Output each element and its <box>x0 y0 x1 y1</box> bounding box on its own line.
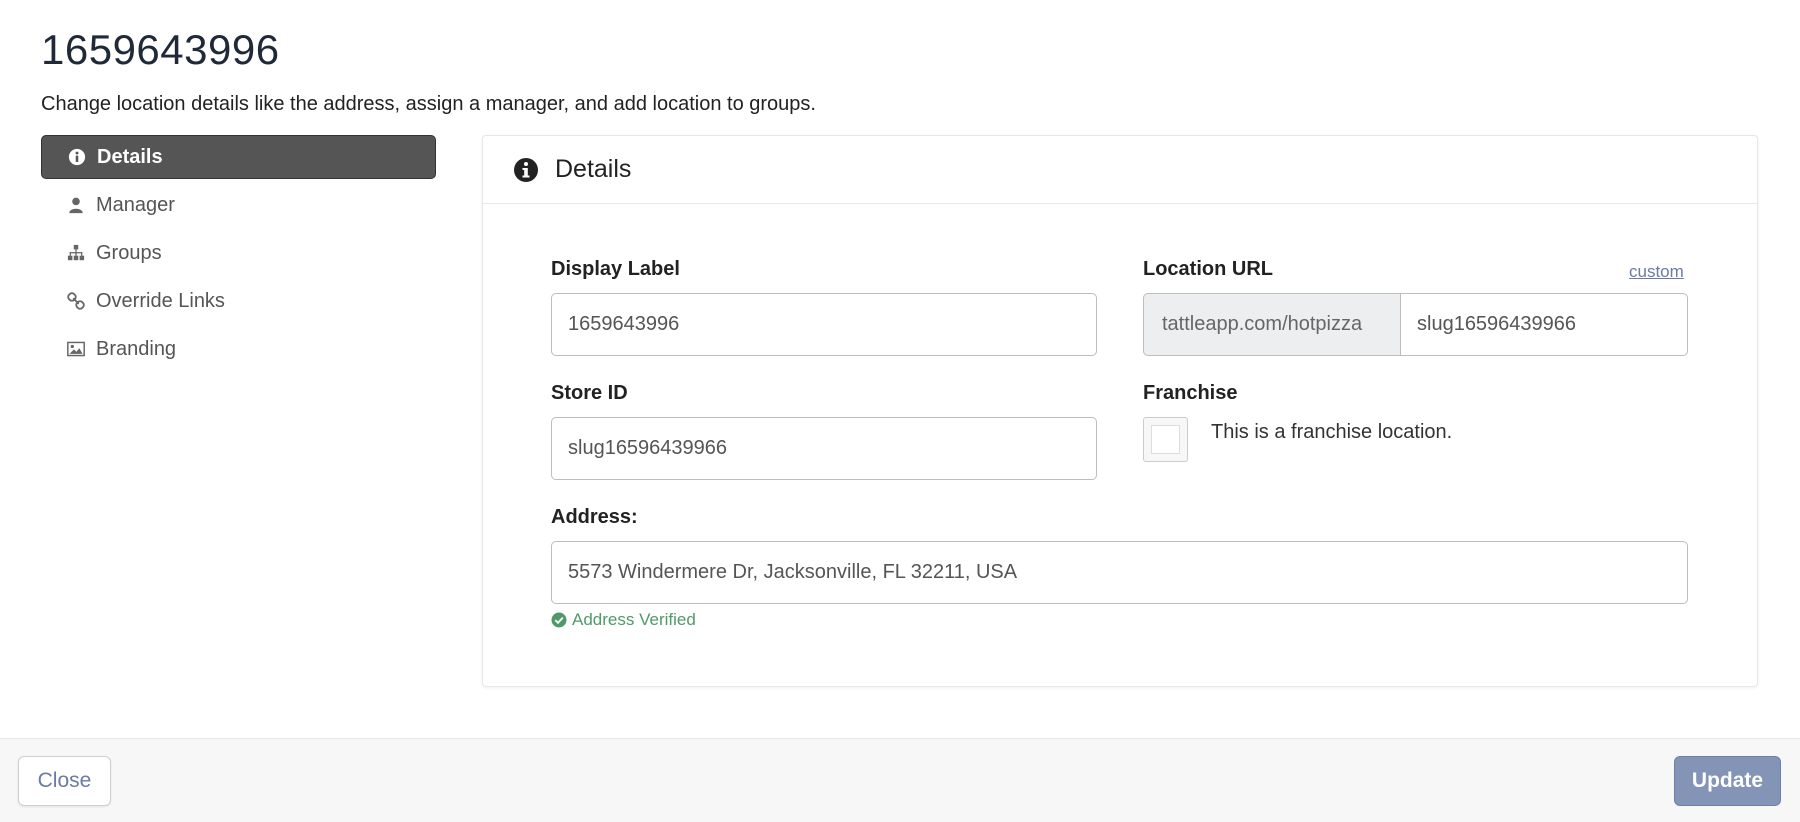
sidebar-item-branding[interactable]: Branding <box>41 327 436 371</box>
sidebar-item-label: Branding <box>96 337 177 360</box>
location-url-label: Location URL <box>1143 258 1273 280</box>
info-circle-icon <box>67 147 87 167</box>
sidebar-nav: Details Manager Groups Override Links Br… <box>41 135 436 375</box>
panel-header: Details <box>483 136 1757 204</box>
display-label-label: Display Label <box>551 258 680 280</box>
sidebar-item-groups[interactable]: Groups <box>41 231 436 275</box>
store-id-input[interactable] <box>551 417 1097 480</box>
address-verified-text: Address Verified <box>572 610 696 629</box>
update-button[interactable]: Update <box>1674 756 1781 806</box>
sidebar-item-override-links[interactable]: Override Links <box>41 279 436 323</box>
info-circle-icon <box>513 157 539 183</box>
user-icon <box>66 195 86 215</box>
display-label-input[interactable] <box>551 293 1097 356</box>
link-icon <box>66 291 86 311</box>
franchise-label: Franchise <box>1143 382 1238 404</box>
sitemap-icon <box>66 243 86 263</box>
franchise-checkbox-label: This is a franchise location. <box>1211 421 1453 443</box>
sidebar-item-label: Groups <box>96 241 162 264</box>
page-title: 1659643996 <box>41 26 280 73</box>
custom-url-link[interactable]: custom <box>1629 262 1684 282</box>
location-url-slug-input[interactable] <box>1400 293 1688 356</box>
modal-footer: Close Update <box>0 738 1800 822</box>
franchise-checkbox[interactable] <box>1143 417 1188 462</box>
details-panel: Details Display Label Location URL custo… <box>482 135 1758 687</box>
page-subtitle: Change location details like the address… <box>41 93 816 115</box>
close-button[interactable]: Close <box>18 756 111 806</box>
sidebar-item-label: Details <box>97 145 163 168</box>
store-id-label: Store ID <box>551 382 628 404</box>
sidebar-item-details[interactable]: Details <box>41 135 436 179</box>
image-icon <box>66 339 86 359</box>
address-input[interactable] <box>551 541 1688 604</box>
sidebar-item-manager[interactable]: Manager <box>41 183 436 227</box>
address-label: Address: <box>551 506 638 528</box>
sidebar-item-label: Manager <box>96 193 175 216</box>
sidebar-item-label: Override Links <box>96 289 225 312</box>
address-verified-status: Address Verified <box>551 610 696 630</box>
location-url-prefix: tattleapp.com/hotpizza <box>1143 293 1400 356</box>
check-circle-icon <box>551 612 567 628</box>
panel-title: Details <box>555 155 632 183</box>
